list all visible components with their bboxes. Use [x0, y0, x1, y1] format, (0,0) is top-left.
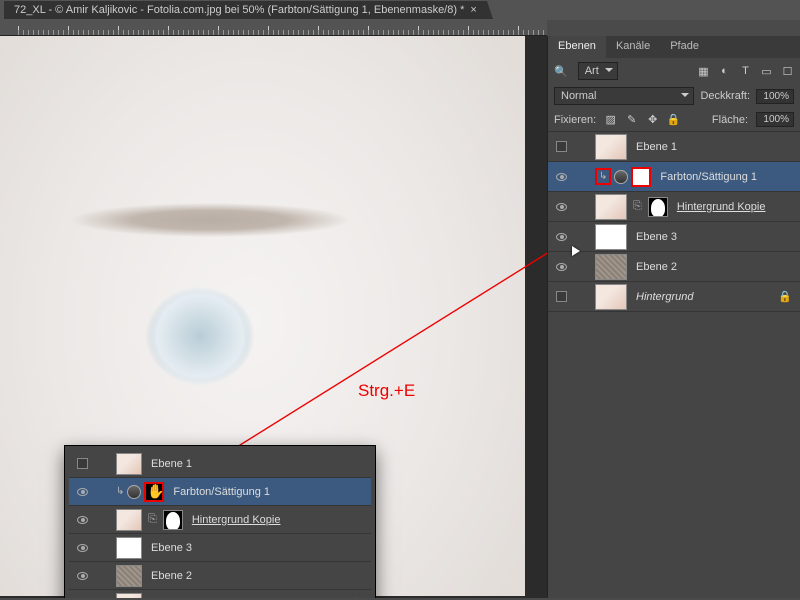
layer-name[interactable]: Ebene 2	[151, 570, 192, 582]
visibility-toggle[interactable]	[548, 141, 574, 152]
fill-input[interactable]: 100%	[756, 112, 794, 127]
layer-mask-thumbnail[interactable]	[631, 167, 651, 187]
visibility-toggle[interactable]	[69, 544, 95, 552]
visibility-toggle[interactable]	[69, 488, 95, 496]
layer-thumbnail[interactable]	[595, 134, 627, 160]
eye-icon	[556, 263, 567, 271]
eye-icon	[77, 544, 88, 552]
filter-type-dropdown[interactable]: Art	[578, 62, 618, 80]
layer-row[interactable]: Ebene 3	[69, 534, 371, 562]
layer-thumbnail[interactable]	[595, 194, 627, 220]
lock-transparent-icon[interactable]: ▨	[604, 113, 617, 126]
clip-indicator-icon: ↳	[116, 486, 124, 497]
layer-row[interactable]: ⎘ Hintergrund Kopie	[69, 506, 371, 534]
filter-pixel-icon[interactable]: ▦	[697, 65, 710, 78]
lock-label: Fixieren:	[554, 114, 596, 126]
lock-icon: 🔒	[778, 290, 792, 303]
mini-layers-panel[interactable]: Ebene 1 ↳ ✋ Farbton/Sättigung 1 ⎘ Hintergrund…	[65, 446, 375, 598]
lock-all-icon[interactable]: 🔒	[667, 113, 680, 126]
layer-thumbnail[interactable]	[595, 224, 627, 250]
keyboard-annotation: Strg.+E	[358, 381, 415, 401]
lock-position-icon[interactable]: ✥	[646, 113, 659, 126]
tab-ebenen[interactable]: Ebenen	[548, 36, 606, 58]
layer-name[interactable]: Farbton/Sättigung 1	[173, 486, 270, 498]
fill-label: Fläche:	[712, 114, 748, 126]
filter-smart-icon[interactable]: ☐	[781, 65, 794, 78]
layer-name[interactable]: Ebene 1	[151, 458, 192, 470]
layer-name[interactable]: Hintergrund Kopie	[192, 514, 281, 526]
layers-panel: Ebenen Kanäle Pfade 🔍 Art ▦ ◐ T ▭ ☐ Norm…	[547, 36, 800, 598]
visibility-toggle[interactable]	[69, 572, 95, 580]
lock-icon: 🔒	[349, 597, 363, 598]
layer-row[interactable]: Ebene 3	[548, 222, 800, 252]
layer-thumbnail[interactable]	[595, 284, 627, 310]
checkbox-icon	[556, 141, 567, 152]
layer-row[interactable]: Ebene 2	[69, 562, 371, 590]
eye-icon	[556, 233, 567, 241]
layer-thumbnail[interactable]	[595, 254, 627, 280]
ruler-horizontal[interactable]	[0, 20, 547, 36]
layer-thumbnail[interactable]	[116, 453, 142, 475]
eye-icon	[556, 173, 567, 181]
eye-icon	[77, 572, 88, 580]
adjustment-icon	[127, 485, 141, 499]
filter-shape-icon[interactable]: ▭	[760, 65, 773, 78]
link-icon: ⎘	[148, 513, 157, 526]
tab-decoration	[487, 1, 493, 19]
layer-name[interactable]: Ebene 3	[151, 542, 192, 554]
clip-indicator-icon: ↳	[595, 168, 611, 185]
checkbox-icon	[556, 291, 567, 302]
blend-mode-dropdown[interactable]: Normal	[554, 87, 694, 105]
layer-name[interactable]: Ebene 1	[636, 141, 677, 153]
layer-row[interactable]: Ebene 2	[548, 252, 800, 282]
canvas-area[interactable]: Strg.+E Ebene 1 ↳ ✋ Farbton/Sättigung 1 ⎘ Hin…	[0, 36, 547, 598]
layer-thumbnail[interactable]	[116, 593, 142, 599]
layer-name[interactable]: Hintergrund	[636, 291, 693, 303]
tab-pfade[interactable]: Pfade	[660, 36, 709, 58]
visibility-toggle[interactable]	[548, 173, 574, 181]
layer-row[interactable]: ↳ Farbton/Sättigung 1	[548, 162, 800, 192]
layer-name[interactable]: Hintergrund	[151, 598, 208, 599]
link-icon: ⎘	[633, 200, 642, 213]
visibility-toggle[interactable]	[548, 203, 574, 211]
layer-row[interactable]: Ebene 1	[548, 132, 800, 162]
tab-kanaele[interactable]: Kanäle	[606, 36, 660, 58]
layer-thumbnail[interactable]	[116, 537, 142, 559]
opacity-label: Deckkraft:	[700, 90, 750, 102]
layer-mask-thumbnail[interactable]	[163, 510, 183, 530]
layer-name[interactable]: Farbton/Sättigung 1	[660, 171, 757, 183]
close-icon[interactable]: ×	[470, 4, 476, 16]
layer-mask-thumbnail[interactable]	[648, 197, 668, 217]
eyebrow-region	[55, 201, 365, 239]
filter-adjustment-icon[interactable]: ◐	[718, 65, 731, 78]
adjustment-icon	[614, 170, 628, 184]
checkbox-icon	[77, 458, 88, 469]
layer-row[interactable]: Ebene 1	[69, 450, 371, 478]
layers-list: Ebene 1 ↳ Farbton/Sättigung 1 ⎘ Hintergrund …	[548, 132, 800, 598]
layer-name[interactable]: Hintergrund Kopie	[677, 201, 766, 213]
eye-icon	[556, 203, 567, 211]
opacity-input[interactable]: 100%	[756, 89, 794, 104]
filter-type-icon[interactable]: T	[739, 65, 752, 78]
document-tab[interactable]: 72_XL - © Amir Kaljikovic - Fotolia.com.…	[4, 1, 487, 19]
layer-thumbnail[interactable]	[116, 509, 142, 531]
eye-icon	[77, 488, 88, 496]
eye-icon	[77, 516, 88, 524]
visibility-toggle[interactable]	[548, 291, 574, 302]
layer-row[interactable]: Hintergrund 🔒	[548, 282, 800, 312]
layer-mask-thumbnail[interactable]: ✋	[144, 482, 164, 502]
visibility-toggle[interactable]	[548, 263, 574, 271]
layer-row[interactable]: ↳ ✋ Farbton/Sättigung 1	[69, 478, 371, 506]
layer-name[interactable]: Ebene 3	[636, 231, 677, 243]
layer-thumbnail[interactable]	[116, 565, 142, 587]
layer-row[interactable]: Hintergrund 🔒	[69, 590, 371, 598]
layer-row[interactable]: ⎘ Hintergrund Kopie	[548, 192, 800, 222]
visibility-toggle[interactable]	[69, 458, 95, 469]
lock-pixels-icon[interactable]: ✎	[625, 113, 638, 126]
document-title: 72_XL - © Amir Kaljikovic - Fotolia.com.…	[14, 4, 464, 16]
layer-name[interactable]: Ebene 2	[636, 261, 677, 273]
visibility-toggle[interactable]	[69, 516, 95, 524]
visibility-toggle[interactable]	[548, 233, 574, 241]
